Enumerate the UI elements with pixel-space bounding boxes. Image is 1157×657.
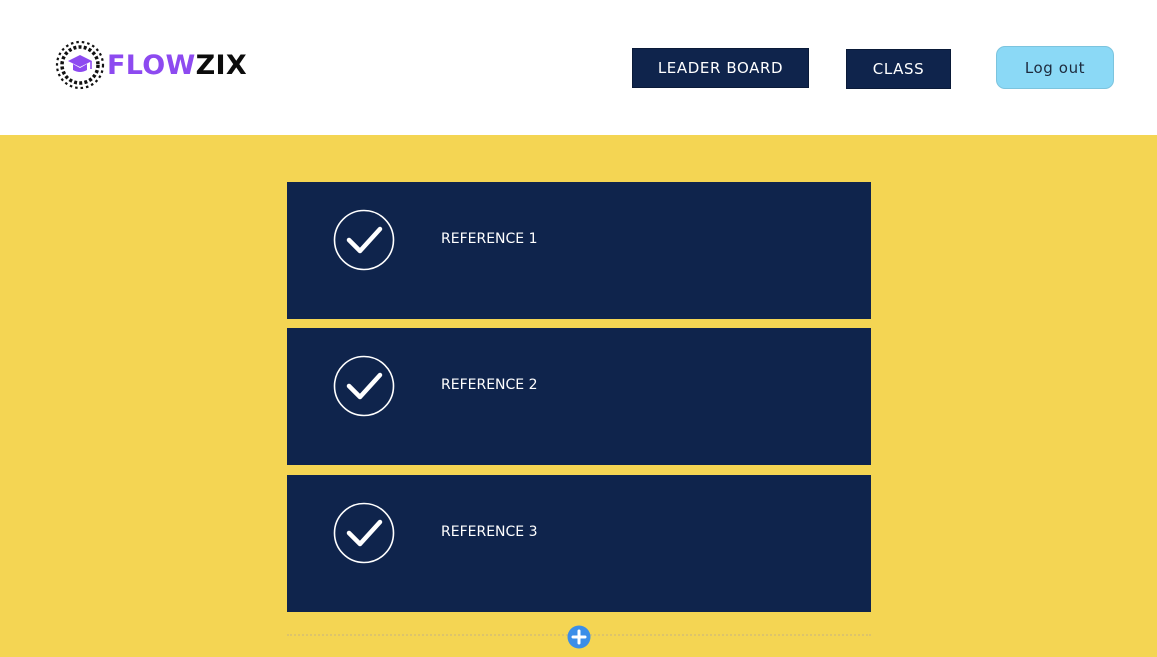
check-circle-icon	[333, 209, 395, 271]
reference-card-2[interactable]: REFERENCE 2	[287, 328, 871, 465]
reference-label: REFERENCE 1	[441, 231, 538, 247]
plus-circle-icon[interactable]	[567, 625, 591, 649]
reference-card-1[interactable]: REFERENCE 1	[287, 182, 871, 319]
reference-label: REFERENCE 2	[441, 377, 538, 393]
header: FLOWZIX LEADER BOARD CLASS Log out	[0, 0, 1157, 135]
leaderboard-button[interactable]: LEADER BOARD	[632, 48, 809, 88]
check-circle-icon	[333, 502, 395, 564]
logo-text-zix: ZIX	[195, 49, 247, 81]
logo[interactable]: FLOWZIX	[52, 40, 247, 90]
reference-card-3[interactable]: REFERENCE 3	[287, 475, 871, 612]
logout-button[interactable]: Log out	[996, 46, 1114, 89]
graduation-cap-laurel-icon	[55, 40, 105, 90]
logo-text-flow: FLOW	[107, 49, 196, 81]
reference-label: REFERENCE 3	[441, 524, 538, 540]
check-circle-icon	[333, 355, 395, 417]
class-button[interactable]: CLASS	[846, 49, 951, 89]
